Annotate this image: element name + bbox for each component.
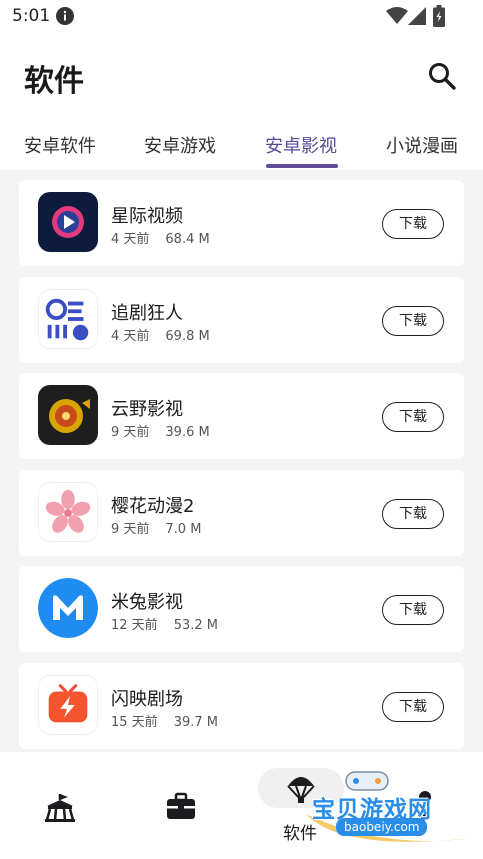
app-name: 闪映剧场: [111, 689, 183, 710]
list-item[interactable]: 追剧狂人 4 天前 69.8 M 下载: [19, 277, 464, 363]
app-size: 68.4 M: [165, 232, 210, 247]
tv-flash-icon: [38, 675, 98, 735]
app-size: 39.7 M: [173, 715, 218, 730]
nav-item-tools[interactable]: [120, 752, 240, 859]
tab-android-video[interactable]: 安卓影视: [265, 132, 337, 158]
search-icon[interactable]: [426, 60, 458, 92]
active-tab-indicator: [266, 164, 338, 168]
tab-novels-comics[interactable]: 小说漫画: [386, 132, 458, 158]
app-name: 米兔影视: [111, 592, 183, 613]
download-button[interactable]: 下载: [382, 402, 444, 432]
app-age: 4 天前: [111, 329, 150, 344]
app-meta: 9 天前 7.0 M: [111, 518, 201, 537]
tab-android-software[interactable]: 安卓软件: [24, 132, 96, 158]
list-item[interactable]: 云野影视 9 天前 39.6 M 下载: [19, 373, 464, 459]
app-name: 樱花动漫2: [111, 496, 195, 517]
list-item[interactable]: 米兔影视 12 天前 53.2 M 下载: [19, 566, 464, 652]
m-logo-icon: [38, 578, 98, 638]
app-age: 4 天前: [111, 232, 150, 247]
download-button[interactable]: 下载: [382, 692, 444, 722]
list-item[interactable]: 星际视频 4 天前 68.4 M 下载: [19, 180, 464, 266]
app-meta: 4 天前 69.8 M: [111, 325, 210, 344]
app-size: 69.8 M: [165, 329, 210, 344]
app-name: 星际视频: [111, 206, 183, 227]
gamepad-icon: [345, 771, 389, 791]
download-button[interactable]: 下载: [382, 595, 444, 625]
app-age: 9 天前: [111, 522, 150, 537]
app-bar: 软件: [0, 44, 483, 114]
mascot-icon: [38, 289, 98, 349]
download-button[interactable]: 下载: [382, 209, 444, 239]
battery-icon: [433, 5, 445, 27]
app-size: 7.0 M: [165, 522, 202, 537]
signal-icon: [408, 7, 426, 25]
category-tabs: 安卓软件 安卓游戏 安卓影视 小说漫画: [0, 120, 483, 170]
app-age: 9 天前: [111, 425, 150, 440]
list-item[interactable]: 闪映剧场 15 天前 39.7 M 下载: [19, 663, 464, 749]
watermark-logo: 宝贝游戏网 baobeiy.com: [306, 768, 476, 852]
wifi-icon: [386, 7, 408, 24]
app-name: 云野影视: [111, 399, 183, 420]
tent-icon: [45, 794, 75, 822]
briefcase-icon: [167, 792, 195, 819]
status-bar: 5:01: [0, 0, 483, 34]
app-meta: 9 天前 39.6 M: [111, 421, 210, 440]
app-name: 追剧狂人: [111, 303, 183, 324]
app-age: 12 天前: [111, 618, 158, 633]
app-list: 星际视频 4 天前 68.4 M 下载 追剧狂人 4 天前 69.8 M 下载: [0, 170, 483, 752]
play-icon: [38, 192, 98, 252]
app-size: 39.6 M: [165, 425, 210, 440]
nav-item-home[interactable]: [0, 752, 120, 859]
status-time: 5:01: [12, 6, 51, 26]
info-icon: [56, 7, 74, 25]
app-age: 15 天前: [111, 715, 158, 730]
sakura-icon: [38, 482, 98, 542]
app-meta: 12 天前 53.2 M: [111, 614, 218, 633]
download-button[interactable]: 下载: [382, 306, 444, 336]
page-title: 软件: [24, 64, 84, 99]
app-meta: 4 天前 68.4 M: [111, 228, 210, 247]
tab-android-games[interactable]: 安卓游戏: [144, 132, 216, 158]
download-button[interactable]: 下载: [382, 499, 444, 529]
app-meta: 15 天前 39.7 M: [111, 711, 218, 730]
watermark-url: baobeiy.com: [336, 818, 428, 836]
app-size: 53.2 M: [173, 618, 218, 633]
list-item[interactable]: 樱花动漫2 9 天前 7.0 M 下载: [19, 470, 464, 556]
film-reel-icon: [38, 385, 98, 445]
